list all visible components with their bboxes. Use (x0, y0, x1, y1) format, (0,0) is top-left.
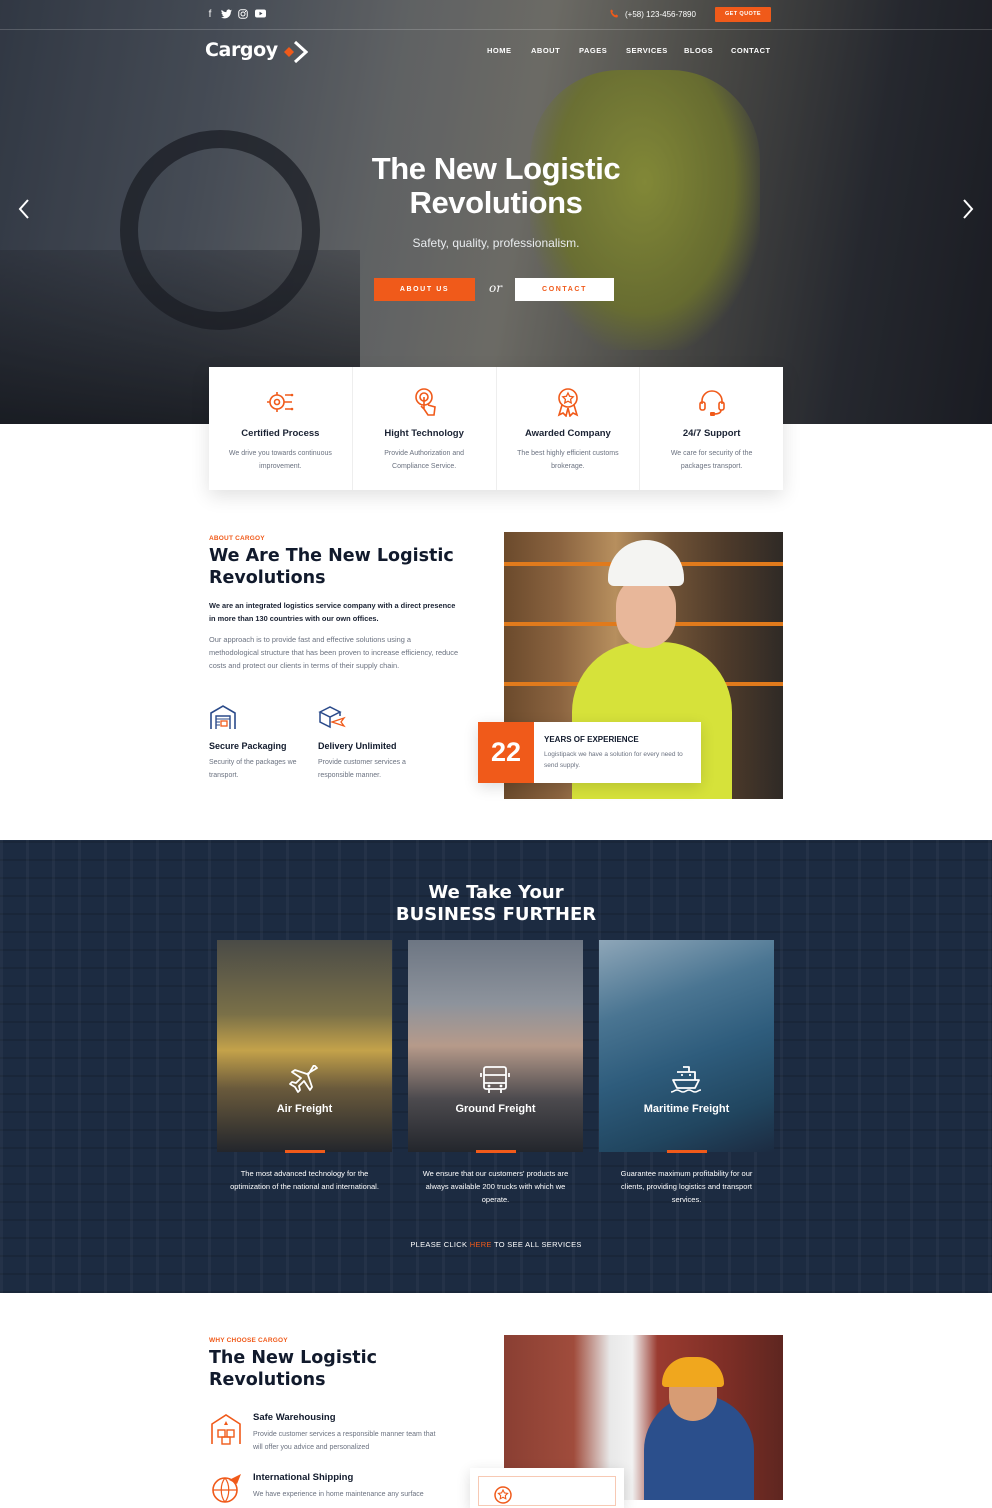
service-card-ground[interactable]: Ground Freight We ensure that our custom… (408, 940, 583, 1204)
facebook-icon[interactable]: f (204, 9, 216, 21)
feature-desc: We care for security of the packages tra… (670, 450, 753, 470)
about-section: ABOUT CARGOY We Are The New Logistic Rev… (209, 535, 459, 672)
touch-tech-icon (415, 388, 437, 416)
experience-title: YEARS OF EXPERIENCE (544, 735, 639, 744)
feature-desc: The best highly efficient customs broker… (517, 450, 619, 470)
award-badge-icon (494, 1486, 512, 1504)
feature-card: Certified Process We drive you towards c… (209, 367, 352, 490)
hero-subtitle: Safety, quality, professionalism. (412, 236, 580, 250)
services-section: We Take Your BUSINESS FURTHER Air Freigh… (0, 840, 992, 1293)
gear-circuit-icon (267, 392, 294, 412)
logo-diamond-icon (284, 40, 308, 64)
why-item-desc: We have experience in home maintenance a… (253, 1491, 424, 1498)
service-desc: We ensure that our customers' products a… (422, 1169, 569, 1204)
why-title: The New Logistic Revolutions (209, 1348, 377, 1390)
about-item-desc: Security of the packages we transport. (209, 759, 297, 779)
nav-contact[interactable]: CONTACT (731, 46, 771, 55)
nav-pages[interactable]: PAGES (579, 46, 607, 55)
all-services-link[interactable]: HERE (470, 1240, 492, 1249)
feature-card: Awarded Company The best highly efficien… (496, 367, 640, 490)
slider-next-arrow-icon[interactable] (962, 198, 974, 226)
nav-services[interactable]: SERVICES (626, 46, 668, 55)
feature-title: 24/7 Support (682, 428, 741, 439)
headset-icon (698, 390, 725, 416)
feature-card: 24/7 Support We care for security of the… (640, 367, 783, 490)
features-strip: Certified Process We drive you towards c… (209, 367, 783, 490)
service-title: Maritime Freight (643, 1103, 730, 1115)
why-item-title: International Shipping (253, 1472, 354, 1483)
instagram-icon[interactable] (237, 9, 249, 21)
hero-section: f (+58) 123-456-7890 GET QUOTE Cargoy HO… (0, 0, 992, 424)
nav-blogs[interactable]: BLOGS (684, 46, 713, 55)
feature-title: Certified Process (241, 428, 320, 439)
feature-card: Hight Technology Provide Authorization a… (352, 367, 496, 490)
service-title: Ground Freight (455, 1103, 536, 1115)
feature-title: Hight Technology (384, 428, 464, 439)
why-overlay-card (470, 1468, 624, 1508)
youtube-icon[interactable] (254, 9, 266, 21)
about-item: Secure Packaging Security of the package… (209, 704, 319, 782)
about-body: Our approach is to provide fast and effe… (209, 635, 459, 670)
about-item-title: Delivery Unlimited (318, 741, 397, 751)
experience-number: 22 (478, 722, 534, 783)
about-item: Delivery Unlimited Provide customer serv… (318, 704, 428, 782)
phone-icon (610, 9, 619, 20)
feature-desc: Provide Authorization and Compliance Ser… (384, 450, 465, 470)
service-desc: The most advanced technology for the opt… (230, 1169, 379, 1191)
hero-title: The New Logistic Revolutions (371, 151, 621, 220)
click-post-text: TO SEE ALL SERVICES (493, 1240, 582, 1249)
service-title: Air Freight (276, 1103, 333, 1115)
truck-icon (480, 1066, 510, 1093)
contact-button[interactable]: CONTACT (515, 278, 614, 301)
airplane-icon (289, 1065, 318, 1093)
service-desc: Guarantee maximum profitability for our … (620, 1169, 753, 1204)
phone-contact[interactable]: (+58) 123-456-7890 (610, 9, 696, 20)
site-logo[interactable]: Cargoy (205, 39, 278, 61)
warehouse-icon (210, 705, 236, 729)
click-pre-text: PLEASE CLICK (410, 1240, 468, 1249)
about-us-button[interactable]: ABOUT US (374, 278, 475, 301)
about-item-desc: Provide customer services a responsible … (318, 759, 406, 779)
globe-plane-icon (212, 1474, 241, 1503)
services-title-line1: We Take Your (428, 882, 564, 903)
about-tag: ABOUT CARGOY (209, 535, 265, 542)
services-title: We Take Your BUSINESS FURTHER (296, 882, 696, 926)
award-ribbon-icon (557, 388, 579, 418)
why-item-desc: Provide customer services a responsible … (253, 1431, 436, 1451)
why-tag: WHY CHOOSE CARGOY (209, 1337, 288, 1344)
services-title-line2: BUSINESS FURTHER (395, 904, 597, 925)
ground-freight-photo (408, 940, 583, 1152)
all-services-prompt: PLEASE CLICK HERE TO SEE ALL SERVICES (296, 1240, 696, 1249)
maritime-freight-photo (599, 940, 774, 1152)
feature-desc: We drive you towards continuous improvem… (228, 450, 332, 470)
nav-home[interactable]: HOME (487, 46, 512, 55)
why-item-title: Safe Warehousing (253, 1412, 336, 1423)
service-card-maritime[interactable]: Maritime Freight Guarantee maximum profi… (599, 940, 774, 1204)
or-separator: or (489, 281, 502, 295)
box-plane-icon (318, 706, 346, 729)
air-freight-photo (217, 940, 392, 1152)
about-title: We Are The New Logistic Revolutions (209, 546, 454, 588)
phone-number[interactable]: (+58) 123-456-7890 (625, 10, 696, 19)
service-card-air[interactable]: Air Freight The most advanced technology… (217, 940, 392, 1191)
about-lead: We are an integrated logistics service c… (209, 601, 456, 623)
slider-prev-arrow-icon[interactable] (18, 198, 30, 226)
feature-title: Awarded Company (524, 428, 611, 439)
twitter-icon[interactable] (220, 9, 232, 21)
top-bar: f (+58) 123-456-7890 GET QUOTE (0, 0, 992, 30)
nav-about[interactable]: ABOUT (531, 46, 560, 55)
warehouse-boxes-icon (211, 1414, 241, 1445)
experience-desc: Logistipack we have a solution for every… (544, 751, 683, 769)
experience-badge: 22 YEARS OF EXPERIENCE Logistipack we ha… (478, 722, 701, 783)
about-item-title: Secure Packaging (209, 741, 287, 751)
get-quote-button[interactable]: GET QUOTE (715, 7, 771, 22)
why-section: WHY CHOOSE CARGOY The New Logistic Revol… (209, 1337, 469, 1391)
ship-icon (670, 1066, 702, 1093)
